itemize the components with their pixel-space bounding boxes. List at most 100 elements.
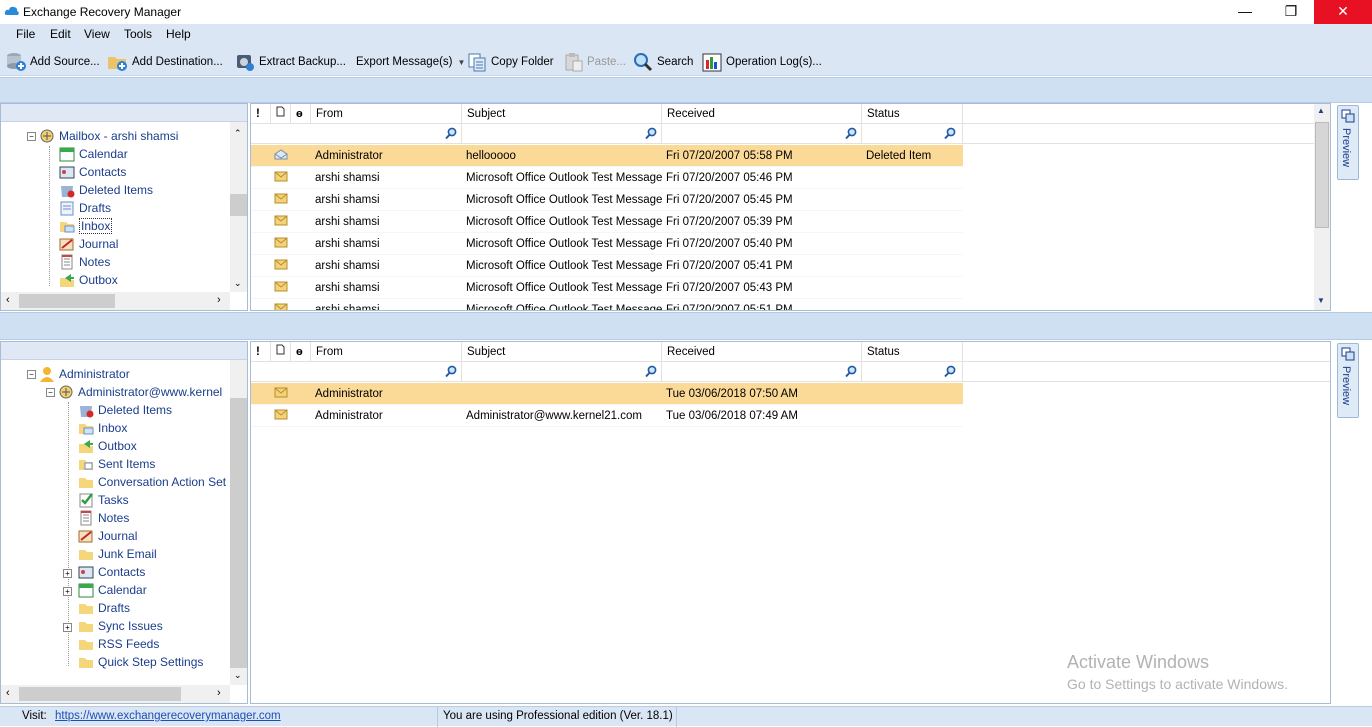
minimize-button[interactable]: —	[1222, 0, 1268, 24]
col-importance[interactable]: !	[251, 342, 271, 362]
preview-tab-source[interactable]: Preview	[1337, 105, 1359, 180]
table-row[interactable]: arshi shamsi Microsoft Office Outlook Tes…	[251, 277, 963, 299]
col-from[interactable]: From	[311, 342, 462, 362]
tree-item-notes[interactable]: Notes	[78, 509, 226, 527]
tree-item-conversation-action-settings[interactable]: Conversation Action Set	[78, 473, 226, 491]
filter-from[interactable]	[311, 124, 462, 144]
collapse-icon[interactable]: −	[27, 131, 36, 141]
scroll-thumb[interactable]	[230, 194, 247, 216]
export-messages-button[interactable]: Export Message(s) ▼	[356, 51, 465, 73]
tree-item-calendar[interactable]: Calendar	[59, 145, 153, 163]
table-row[interactable]: arshi shamsi Microsoft Office Outlook Tes…	[251, 189, 963, 211]
source-tree-vscroll[interactable]: ⌃ ⌄	[230, 122, 247, 292]
col-importance[interactable]: !	[251, 104, 271, 124]
operation-logs-button[interactable]: Operation Log(s)...	[702, 51, 822, 73]
scroll-thumb[interactable]	[230, 398, 247, 668]
menu-view[interactable]: View	[84, 27, 110, 41]
col-type[interactable]	[271, 342, 291, 362]
col-from[interactable]: From	[311, 104, 462, 124]
tree-item-rss-feeds[interactable]: RSS Feeds	[78, 635, 226, 653]
tree-item-outbox[interactable]: Outbox	[78, 437, 226, 455]
search-button[interactable]: Search	[632, 51, 693, 73]
filter-status[interactable]	[862, 124, 963, 144]
table-row[interactable]: arshi shamsi Microsoft Office Outlook Tes…	[251, 211, 963, 233]
preview-tab-destination[interactable]: Preview	[1337, 343, 1359, 418]
filter-subject[interactable]	[462, 362, 662, 382]
tree-item-tasks[interactable]: Tasks	[78, 491, 226, 509]
menu-edit[interactable]: Edit	[50, 27, 71, 41]
scroll-down-icon[interactable]: ⌄	[234, 278, 242, 289]
tree-item-deleted-items[interactable]: Deleted Items	[78, 401, 226, 419]
scroll-up-icon[interactable]: ▲	[1317, 106, 1325, 115]
tree-item-drafts[interactable]: Drafts	[59, 199, 153, 217]
tree-item-outbox[interactable]: Outbox	[59, 271, 153, 289]
filter-subject[interactable]	[462, 124, 662, 144]
col-attachment[interactable]: ɵ	[291, 104, 311, 124]
copy-folder-button[interactable]: Copy Folder	[467, 51, 554, 73]
col-type[interactable]	[271, 104, 291, 124]
tree-item-journal[interactable]: Journal	[59, 235, 153, 253]
col-subject[interactable]: Subject	[462, 342, 662, 362]
tree-item-contacts[interactable]: Contacts	[78, 563, 226, 581]
filter-status[interactable]	[862, 362, 963, 382]
tree-item-inbox[interactable]: Inbox	[59, 217, 153, 235]
tree-item-calendar[interactable]: Calendar	[78, 581, 226, 599]
tree-item-quick-step-settings[interactable]: Quick Step Settings	[78, 653, 226, 671]
collapse-icon[interactable]: −	[27, 369, 36, 379]
extract-backup-button[interactable]: Extract Backup...	[235, 51, 346, 73]
tree-item-journal[interactable]: Journal	[78, 527, 226, 545]
close-button[interactable]: ✕	[1314, 0, 1372, 24]
table-row[interactable]: Administrator Administrator@www.kernel21.…	[251, 405, 963, 427]
table-row[interactable]: Administrator hellooooo Fri 07/20/2007 05:…	[251, 145, 963, 167]
col-subject[interactable]: Subject	[462, 104, 662, 124]
source-grid-vscroll[interactable]: ▲ ▼	[1314, 104, 1330, 310]
col-received[interactable]: Received	[662, 104, 862, 124]
paste-button[interactable]: Paste...	[563, 51, 626, 73]
tree-item-sent-items[interactable]: Sent Items	[78, 455, 226, 473]
destination-tree-hscroll[interactable]: ‹ ›	[1, 685, 230, 703]
tree-item-notes[interactable]: Notes	[59, 253, 153, 271]
tree-item-junk-email[interactable]: Junk Email	[78, 545, 226, 563]
tree-item-drafts[interactable]: Drafts	[78, 599, 226, 617]
col-attachment[interactable]: ɵ	[291, 342, 311, 362]
tree-item-sync-issues[interactable]: Sync Issues	[78, 617, 226, 635]
col-status[interactable]: Status	[862, 104, 963, 124]
table-row[interactable]: arshi shamsi Microsoft Office Outlook Tes…	[251, 299, 963, 310]
tree-root-source[interactable]: − Mailbox - arshi shamsi	[27, 127, 178, 145]
maximize-button[interactable]: ❐	[1268, 0, 1314, 24]
add-destination-button[interactable]: Add Destination...	[107, 51, 223, 73]
table-row[interactable]: Administrator Tue 03/06/2018 07:50 AM	[251, 383, 963, 405]
filter-from[interactable]	[311, 362, 462, 382]
add-source-button[interactable]: Add Source...	[5, 51, 100, 73]
scroll-left-icon[interactable]: ‹	[6, 687, 10, 699]
destination-tree-vscroll[interactable]: ⌄	[230, 360, 247, 685]
filter-received[interactable]	[662, 124, 862, 144]
scroll-down-icon[interactable]: ▼	[1317, 296, 1325, 305]
filter-received[interactable]	[662, 362, 862, 382]
expand-icon[interactable]: +	[63, 569, 72, 578]
scroll-thumb[interactable]	[19, 294, 115, 308]
scroll-up-icon[interactable]: ⌃	[234, 128, 242, 139]
tree-item-inbox[interactable]: Inbox	[78, 419, 226, 437]
tree-item-contacts[interactable]: Contacts	[59, 163, 153, 181]
scroll-down-icon[interactable]: ⌄	[234, 670, 242, 681]
scroll-right-icon[interactable]: ›	[217, 294, 221, 306]
table-row[interactable]: arshi shamsi Microsoft Office Outlook Tes…	[251, 167, 963, 189]
scroll-left-icon[interactable]: ‹	[6, 294, 10, 306]
tree-root-destination[interactable]: − Administrator	[27, 365, 130, 383]
scroll-right-icon[interactable]: ›	[217, 687, 221, 699]
tree-mailbox[interactable]: − Administrator@www.kernel	[46, 383, 222, 401]
col-status[interactable]: Status	[862, 342, 963, 362]
source-tree-hscroll[interactable]: ‹ ›	[1, 292, 230, 310]
tree-item-deleted-items[interactable]: Deleted Items	[59, 181, 153, 199]
menu-file[interactable]: File	[16, 27, 35, 41]
website-link[interactable]: https://www.exchangerecoverymanager.com	[55, 710, 281, 722]
menu-tools[interactable]: Tools	[124, 27, 152, 41]
col-received[interactable]: Received	[662, 342, 862, 362]
expand-icon[interactable]: +	[63, 587, 72, 596]
scroll-thumb[interactable]	[1315, 122, 1329, 228]
table-row[interactable]: arshi shamsi Microsoft Office Outlook Tes…	[251, 255, 963, 277]
scroll-thumb[interactable]	[19, 687, 181, 701]
table-row[interactable]: arshi shamsi Microsoft Office Outlook Tes…	[251, 233, 963, 255]
collapse-icon[interactable]: −	[46, 387, 55, 397]
